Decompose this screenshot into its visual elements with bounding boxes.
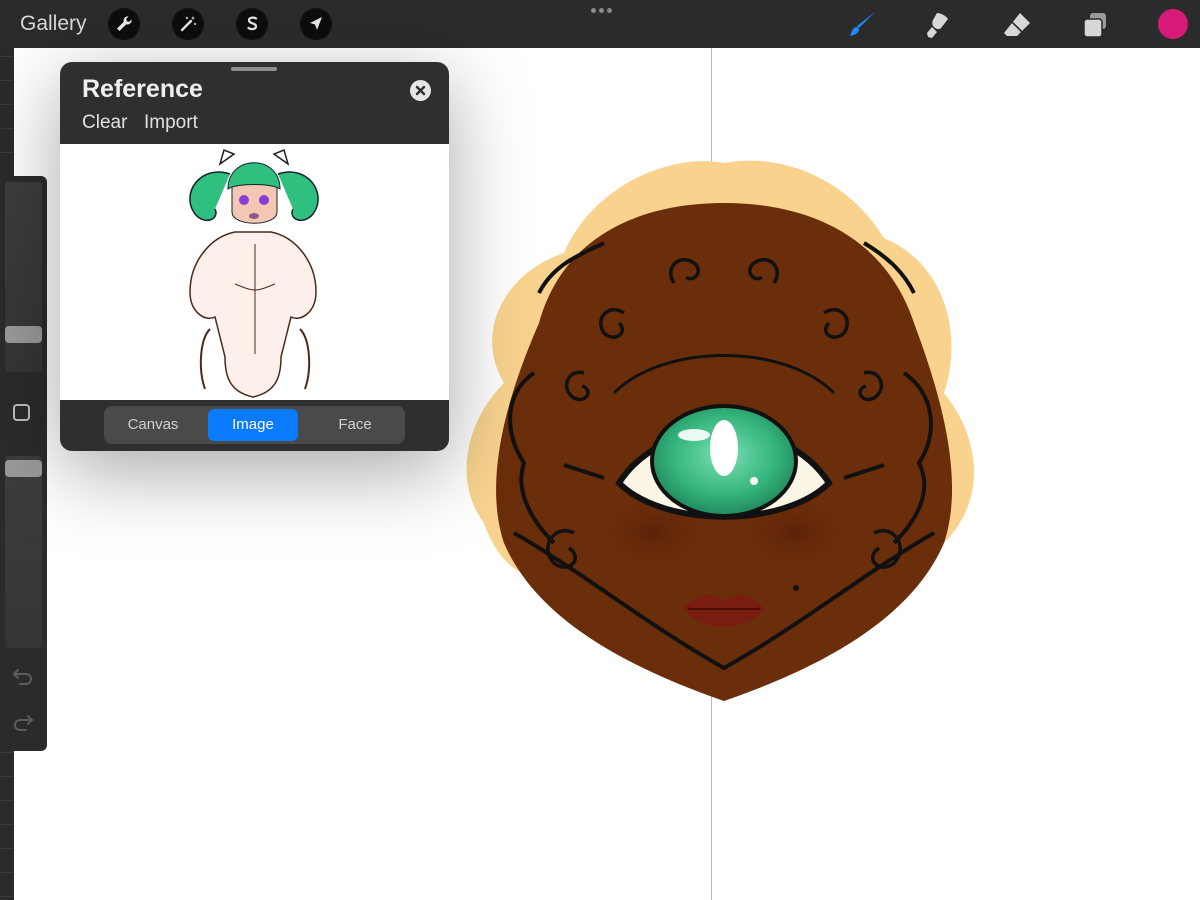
- ruler-tick: [0, 104, 14, 105]
- reference-image[interactable]: [60, 144, 449, 400]
- selection-button[interactable]: [236, 8, 268, 40]
- segment-face[interactable]: Face: [308, 409, 402, 441]
- ruler-tick: [0, 896, 14, 897]
- ruler-tick: [0, 152, 14, 153]
- ruler-tick: [0, 872, 14, 873]
- eraser-tool-button[interactable]: [1000, 8, 1034, 42]
- ruler-tick: [0, 800, 14, 801]
- wrench-icon: [117, 16, 132, 31]
- segment-canvas[interactable]: Canvas: [107, 409, 199, 441]
- panel-title: Reference: [82, 75, 203, 103]
- character-sketch: [189, 148, 319, 398]
- transform-button[interactable]: [300, 8, 332, 40]
- clear-button[interactable]: Clear: [82, 112, 127, 134]
- layers-icon: [1083, 13, 1106, 38]
- reference-mode-segmented-control: Canvas Image Face: [104, 406, 405, 444]
- adjustments-button[interactable]: [172, 8, 204, 40]
- modify-button[interactable]: [13, 404, 30, 421]
- undo-icon[interactable]: [12, 666, 34, 686]
- dot-icon: [598, 7, 604, 13]
- import-button[interactable]: Import: [144, 112, 198, 134]
- magic-wand-icon: [180, 16, 196, 32]
- smudge-tool-button[interactable]: [922, 8, 956, 42]
- layers-button[interactable]: [1078, 8, 1112, 42]
- ruler-tick: [0, 776, 14, 777]
- panel-drag-handle[interactable]: [231, 67, 277, 71]
- close-button[interactable]: [410, 80, 431, 101]
- ruler-tick: [0, 128, 14, 129]
- redo-icon[interactable]: [12, 712, 34, 732]
- ruler-tick: [0, 56, 14, 57]
- segment-image[interactable]: Image: [208, 409, 298, 441]
- ruler-tick: [0, 824, 14, 825]
- opacity-thumb[interactable]: [5, 460, 42, 477]
- more-options-button[interactable]: [588, 5, 614, 15]
- close-icon: [415, 85, 426, 96]
- selection-s-icon: [247, 16, 258, 31]
- brush-icon: [850, 12, 875, 36]
- top-toolbar: Gallery: [0, 0, 1200, 48]
- reference-panel: Reference Clear Import Canvas Image Face: [60, 62, 449, 451]
- cyclops-face-artwork: [466, 160, 974, 701]
- left-sidebar: [0, 176, 47, 751]
- ruler-tick: [0, 752, 14, 753]
- brush-size-thumb[interactable]: [5, 326, 42, 343]
- paint-tool-button[interactable]: [845, 8, 879, 42]
- actions-button[interactable]: [108, 8, 140, 40]
- smudge-icon: [927, 13, 948, 38]
- opacity-slider[interactable]: [5, 456, 42, 648]
- eraser-icon: [1004, 13, 1030, 36]
- dot-icon: [606, 7, 612, 13]
- brush-size-slider[interactable]: [5, 182, 42, 372]
- color-picker-button[interactable]: [1158, 9, 1188, 39]
- ruler-tick: [0, 848, 14, 849]
- ruler-tick: [0, 80, 14, 81]
- gallery-button[interactable]: Gallery: [20, 12, 87, 36]
- dot-icon: [590, 7, 596, 13]
- transform-arrow-icon: [310, 17, 322, 30]
